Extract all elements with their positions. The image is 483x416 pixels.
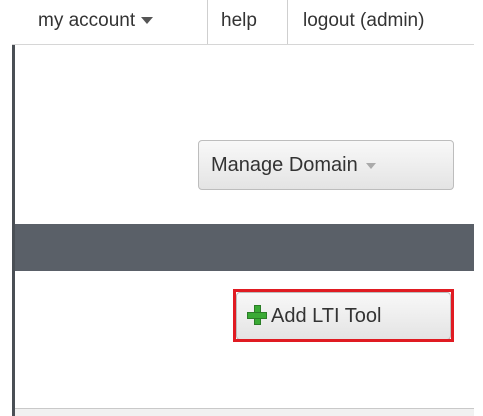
my-account-menu[interactable]: my account	[38, 0, 154, 44]
nav-divider	[207, 0, 208, 44]
help-link[interactable]: help	[221, 0, 257, 44]
add-lti-tool-label: Add LTI Tool	[271, 305, 382, 327]
plus-icon	[247, 305, 267, 325]
manage-domain-button[interactable]: Manage Domain	[198, 140, 454, 190]
manage-domain-label: Manage Domain	[211, 154, 358, 176]
caret-down-icon	[141, 17, 154, 25]
add-lti-tool-button[interactable]: Add LTI Tool	[236, 292, 451, 340]
my-account-label: my account	[38, 10, 136, 31]
top-navigation: my account help logout (admin)	[12, 0, 474, 45]
table-header-edge	[15, 409, 474, 416]
caret-down-icon	[365, 162, 376, 169]
logout-label: logout (admin)	[303, 10, 425, 31]
section-header-band	[15, 224, 474, 271]
logout-link[interactable]: logout (admin)	[303, 0, 424, 44]
page-left-border	[12, 0, 15, 416]
nav-divider	[287, 0, 288, 44]
help-label: help	[221, 10, 257, 31]
